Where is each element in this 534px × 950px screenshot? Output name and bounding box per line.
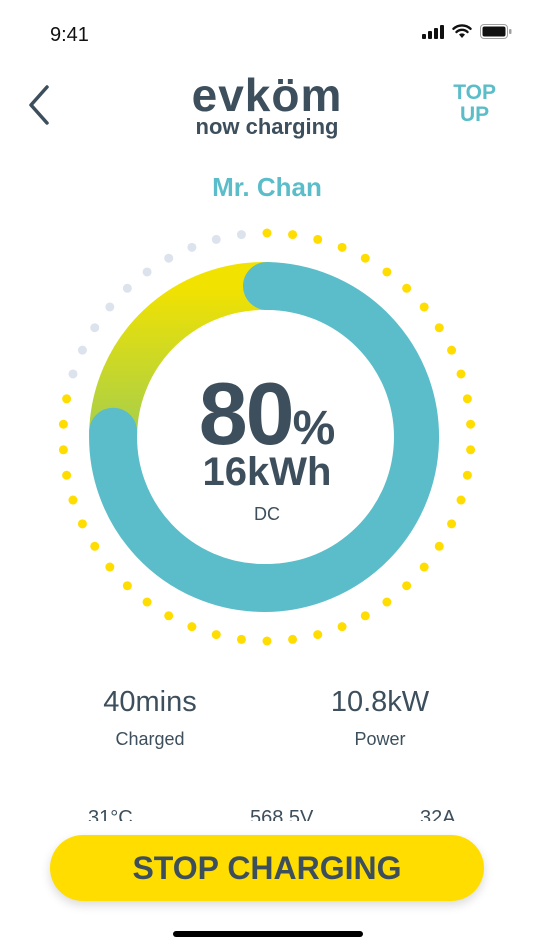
- charge-dot: [105, 562, 115, 572]
- top-up-label-line2: UP: [460, 103, 490, 126]
- wifi-icon: [452, 24, 472, 38]
- voltage-value: 568.5V: [250, 807, 314, 821]
- power-value: 10.8kW: [330, 686, 430, 718]
- charge-dot: [187, 242, 197, 252]
- charge-dot: [402, 283, 412, 293]
- top-up-label-line1: TOP: [453, 81, 496, 104]
- charge-dot: [236, 634, 246, 644]
- current-value: 32A: [420, 807, 456, 821]
- charge-dot: [337, 622, 347, 632]
- signal-icon: [422, 24, 444, 39]
- charge-dot: [382, 267, 392, 277]
- charge-dot: [236, 230, 246, 240]
- charge-dot: [360, 253, 370, 263]
- stat-power: 10.8kW Power: [280, 686, 480, 750]
- charge-dot: [434, 541, 444, 551]
- duration-label: Charged: [115, 729, 185, 749]
- power-label: Power: [354, 729, 406, 749]
- charge-dot: [105, 302, 115, 312]
- temperature-value: 31°C: [88, 807, 133, 821]
- status-bar: 9:41: [0, 0, 534, 60]
- energy-delivered: 16kWh: [202, 450, 332, 494]
- charge-dot: [447, 345, 457, 355]
- charge-dot: [337, 242, 347, 252]
- duration-value: 40mins: [103, 686, 197, 718]
- charge-percent-sign: %: [292, 402, 336, 455]
- charge-dot: [419, 302, 429, 312]
- charge-dot: [211, 630, 221, 640]
- charge-dot: [122, 581, 132, 591]
- charge-dot: [142, 597, 152, 607]
- charge-dot: [262, 636, 272, 646]
- charge-dot: [77, 345, 87, 355]
- charge-dot: [313, 234, 323, 244]
- charge-dot: [313, 630, 323, 640]
- battery-icon: [480, 24, 512, 39]
- charge-dot: [360, 611, 370, 621]
- charge-dot: [211, 234, 221, 244]
- user-name: Mr. Chan: [212, 172, 322, 202]
- charge-dot: [90, 323, 100, 333]
- charger-type: DC: [254, 504, 280, 524]
- charge-dot: [402, 581, 412, 591]
- charge-dot: [90, 541, 100, 551]
- charge-dot: [419, 562, 429, 572]
- charge-dot: [164, 611, 174, 621]
- charge-dot: [288, 230, 298, 240]
- home-indicator: [173, 931, 363, 937]
- charge-percent-value: 80: [198, 364, 295, 463]
- charge-dot: [164, 253, 174, 263]
- status-time: 9:41: [50, 24, 89, 46]
- charge-dot: [122, 283, 132, 293]
- stop-charging-button[interactable]: STOP CHARGING: [50, 835, 484, 901]
- top-up-button[interactable]: TOP UP: [453, 82, 496, 126]
- stat-duration: 40mins Charged: [50, 686, 250, 750]
- sub-stats-row: 31°C 568.5V 32A: [0, 807, 534, 821]
- charge-dot: [434, 323, 444, 333]
- charge-dot: [288, 634, 298, 644]
- charge-dot: [187, 622, 197, 632]
- charge-dot: [262, 228, 272, 238]
- status-icons: [422, 24, 512, 39]
- charge-dot: [382, 597, 392, 607]
- charge-dot: [142, 267, 152, 277]
